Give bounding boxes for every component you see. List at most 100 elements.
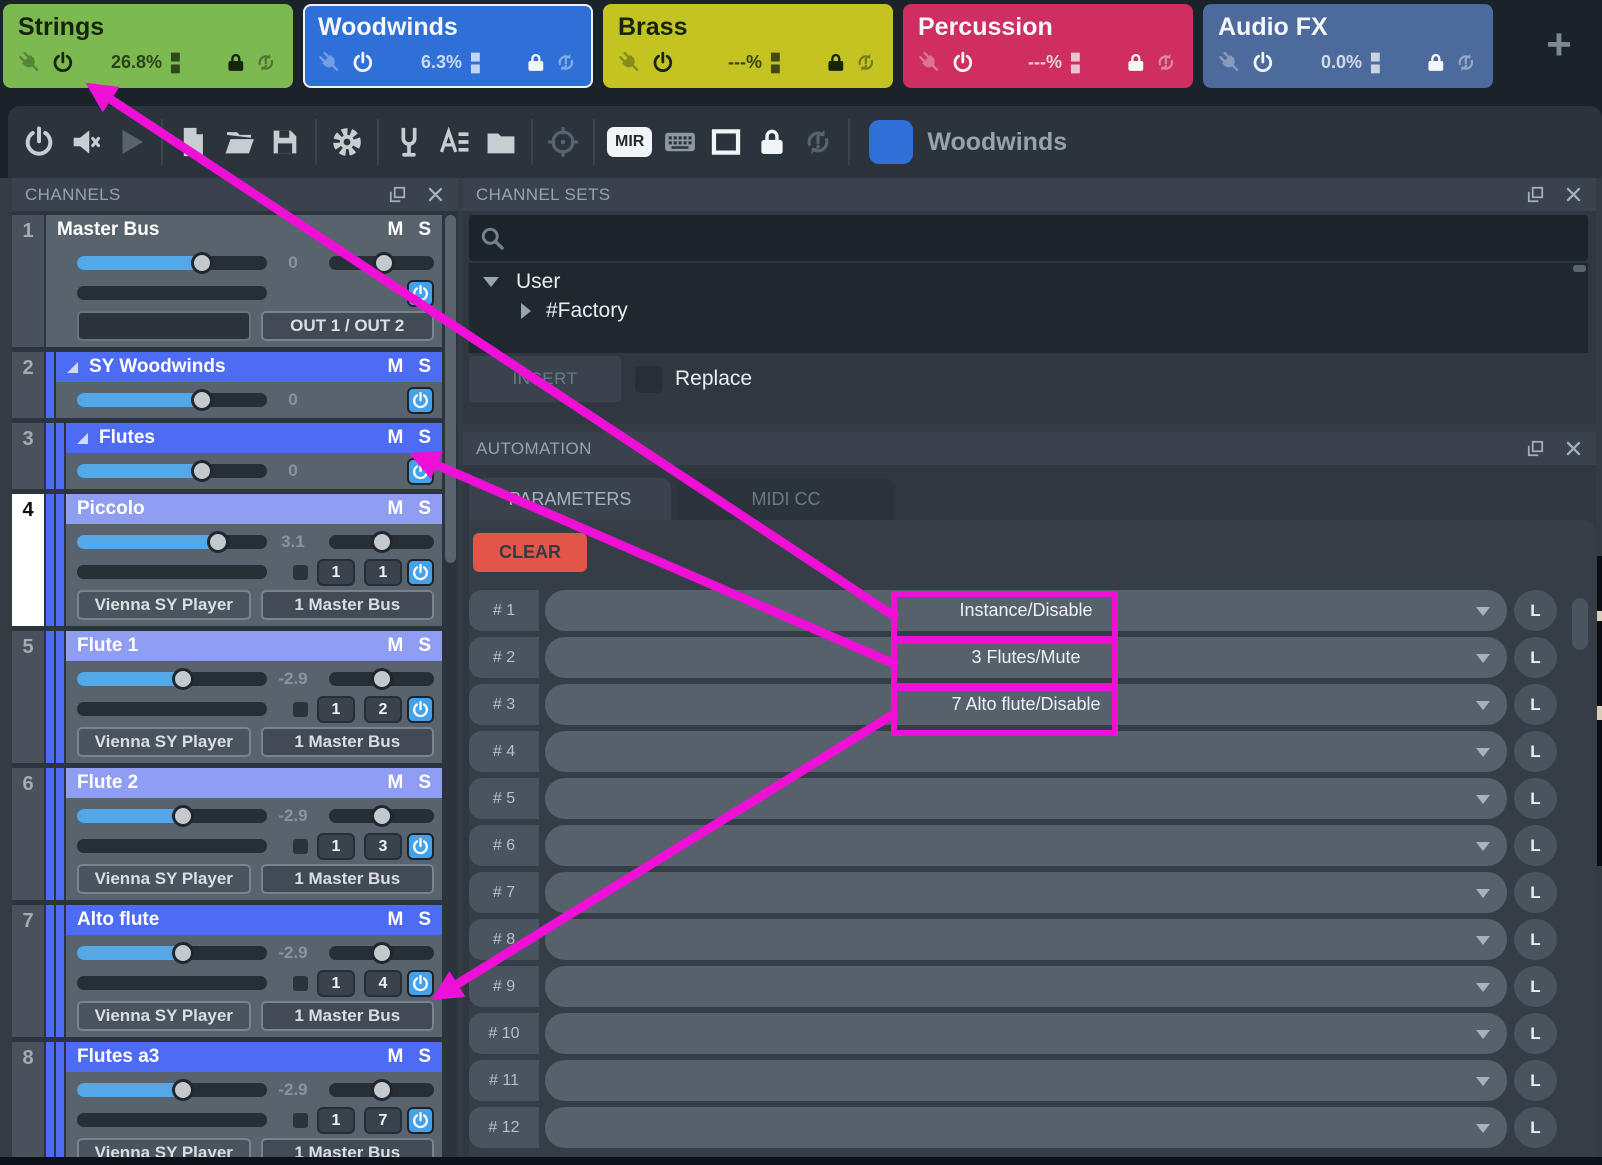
automation-parameter-dropdown[interactable]: [545, 778, 1507, 819]
chevron-down-icon[interactable]: [1476, 748, 1490, 757]
channel-strip[interactable]: Flutes a3MS-2.917Vienna SY Player1 Maste…: [66, 1042, 442, 1157]
solo-button[interactable]: S: [418, 635, 431, 657]
slider-knob[interactable]: [371, 1079, 393, 1101]
pan-slider[interactable]: [329, 1083, 434, 1097]
lock-icon[interactable]: [1124, 49, 1148, 76]
automation-parameter-dropdown[interactable]: [545, 825, 1507, 866]
channel-strip[interactable]: Alto fluteMS-2.914Vienna SY Player1 Mast…: [66, 905, 442, 1037]
lock-icon[interactable]: [749, 119, 795, 165]
mute-button[interactable]: M: [387, 1046, 403, 1068]
midi-port-button[interactable]: 1: [317, 970, 355, 997]
solo-button[interactable]: S: [418, 772, 431, 794]
channel-power-button[interactable]: [407, 387, 434, 414]
lock-icon[interactable]: [1424, 49, 1448, 76]
lock-icon[interactable]: [224, 49, 248, 76]
midi-channel-button[interactable]: 1: [364, 559, 402, 586]
power-icon[interactable]: [651, 49, 675, 76]
slider-knob[interactable]: [371, 805, 393, 827]
channel-number[interactable]: 1: [12, 215, 44, 347]
tab-parameters[interactable]: PARAMETERS: [469, 478, 671, 520]
midi-port-button[interactable]: 1: [317, 1107, 355, 1134]
keyboard-icon[interactable]: [657, 119, 703, 165]
pan-slider[interactable]: [329, 672, 434, 686]
channel-number[interactable]: 5: [12, 631, 44, 763]
automation-parameter-dropdown[interactable]: [545, 731, 1507, 772]
learn-button[interactable]: L: [1514, 1013, 1557, 1054]
solo-button[interactable]: S: [418, 356, 431, 378]
pan-slider[interactable]: [329, 535, 434, 549]
channel-power-button[interactable]: [407, 458, 434, 485]
undock-icon[interactable]: [1526, 185, 1545, 204]
mute-button[interactable]: M: [387, 772, 403, 794]
slider-knob[interactable]: [172, 1079, 194, 1101]
midi-channel-button[interactable]: 2: [364, 696, 402, 723]
channel-number[interactable]: 2: [12, 352, 44, 418]
plugin-button[interactable]: Vienna SY Player: [77, 864, 251, 894]
slider-knob[interactable]: [373, 252, 395, 274]
chevron-down-icon[interactable]: [1476, 842, 1490, 851]
channel-strip[interactable]: FlutesMS0: [66, 423, 442, 489]
chevron-down-icon[interactable]: [1476, 1077, 1490, 1086]
automation-parameter-dropdown[interactable]: [545, 1060, 1507, 1101]
power-icon[interactable]: [1251, 49, 1275, 76]
midi-port-button[interactable]: 1: [317, 696, 355, 723]
mute-button[interactable]: M: [387, 498, 403, 520]
slider-knob[interactable]: [371, 531, 393, 553]
slider-knob[interactable]: [172, 668, 194, 690]
close-icon[interactable]: [426, 185, 445, 204]
slider-knob[interactable]: [172, 805, 194, 827]
automation-parameter-dropdown[interactable]: [545, 966, 1507, 1007]
slider-knob[interactable]: [371, 668, 393, 690]
midi-port-button[interactable]: 1: [317, 833, 355, 860]
volume-slider[interactable]: [77, 809, 267, 823]
channel-header[interactable]: Flutes a3MS: [66, 1042, 442, 1072]
plugin-button[interactable]: Vienna SY Player: [77, 590, 251, 620]
window-icon[interactable]: [703, 119, 749, 165]
learn-button[interactable]: L: [1514, 637, 1557, 678]
solo-button[interactable]: S: [418, 498, 431, 520]
plugin-button[interactable]: Vienna SY Player: [77, 727, 251, 757]
midi-channel-button[interactable]: 7: [364, 1107, 402, 1134]
output-button[interactable]: 1 Master Bus: [261, 864, 435, 894]
slider-knob[interactable]: [191, 389, 213, 411]
midi-channel-button[interactable]: 3: [364, 833, 402, 860]
insert-button[interactable]: INSERT: [469, 356, 621, 402]
output-button[interactable]: 1 Master Bus: [261, 1001, 435, 1031]
pan-slider[interactable]: [329, 809, 434, 823]
channel-power-button[interactable]: [407, 1107, 434, 1134]
plugin-button[interactable]: Vienna SY Player: [77, 1001, 251, 1031]
new-project-icon[interactable]: [170, 119, 216, 165]
power-icon[interactable]: [951, 49, 975, 76]
output-button[interactable]: 1 Master Bus: [261, 1138, 435, 1157]
mute-button[interactable]: M: [387, 427, 403, 449]
volume-slider[interactable]: [77, 672, 267, 686]
automation-parameter-dropdown[interactable]: [545, 1013, 1507, 1054]
chevron-down-icon[interactable]: [1476, 936, 1490, 945]
undock-icon[interactable]: [388, 185, 407, 204]
slider-knob[interactable]: [207, 531, 229, 553]
chevron-right-icon[interactable]: [521, 303, 531, 319]
undock-icon[interactable]: [1526, 439, 1545, 458]
channels-scrollbar[interactable]: [444, 215, 457, 1157]
channel-header[interactable]: Flute 1MS: [66, 631, 442, 661]
learn-button[interactable]: L: [1514, 1060, 1557, 1101]
mute-icon[interactable]: [62, 119, 108, 165]
power-icon[interactable]: [16, 119, 62, 165]
solo-button[interactable]: S: [418, 427, 431, 449]
mute-button[interactable]: M: [387, 219, 403, 241]
tree-item-user[interactable]: User: [469, 263, 1588, 295]
solo-button[interactable]: S: [418, 219, 431, 241]
instance-tab-woodwinds[interactable]: Woodwinds6.3%: [303, 4, 593, 88]
channel-number[interactable]: 8: [12, 1042, 44, 1157]
automation-parameter-dropdown[interactable]: 7 Alto flute/Disable: [545, 684, 1507, 725]
chevron-down-icon[interactable]: [1476, 889, 1490, 898]
channel-number[interactable]: 7: [12, 905, 44, 1037]
lock-icon[interactable]: [524, 49, 548, 76]
channel-header[interactable]: FlutesMS: [66, 423, 442, 453]
channel-strip[interactable]: PiccoloMS3.111Vienna SY Player1 Master B…: [66, 494, 442, 626]
mute-button[interactable]: M: [387, 356, 403, 378]
collapse-triangle-icon[interactable]: [77, 433, 88, 444]
channel-strip[interactable]: Master BusMS0OUT 1 / OUT 2: [46, 215, 442, 347]
channel-power-button[interactable]: [407, 696, 434, 723]
channel-number[interactable]: 6: [12, 768, 44, 900]
